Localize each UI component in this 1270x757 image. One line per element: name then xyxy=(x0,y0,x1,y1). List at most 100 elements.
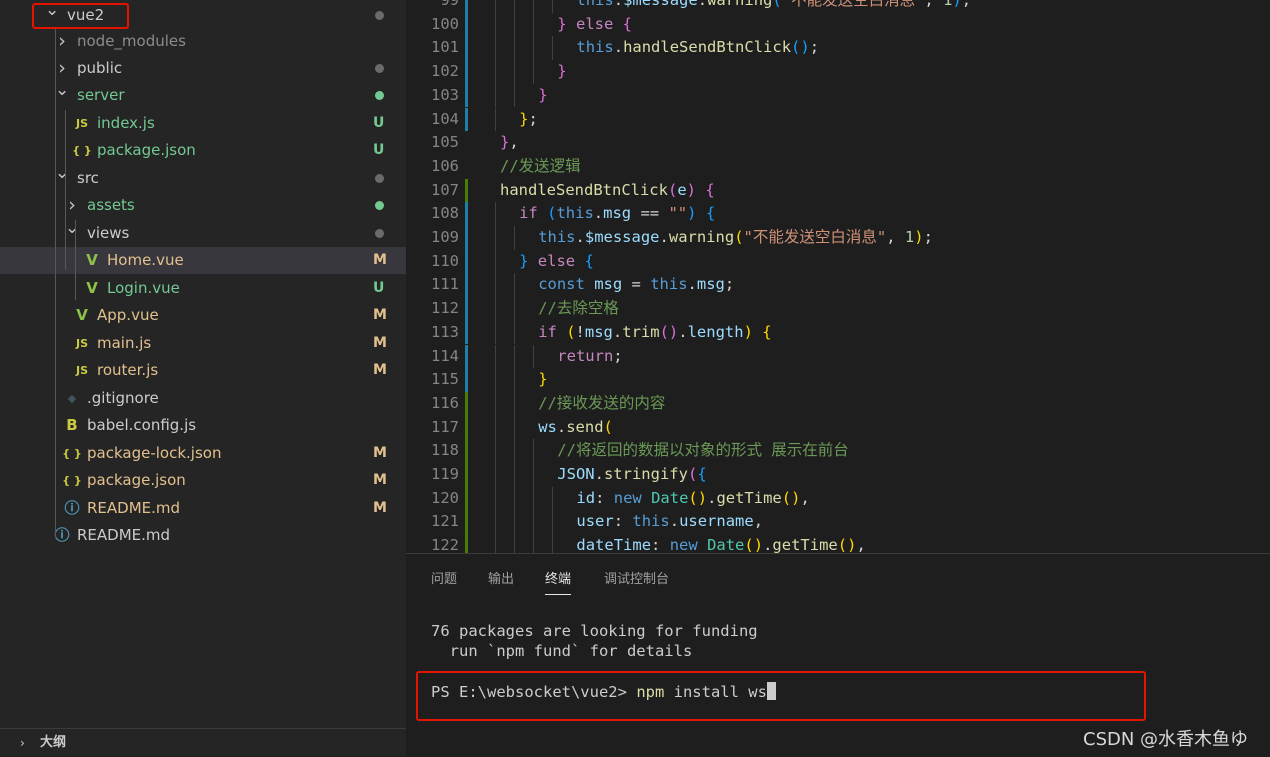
indent-guide xyxy=(514,510,516,535)
code-line[interactable]: 122 dateTime: new Date().getTime(), xyxy=(406,534,1270,553)
indent-guide xyxy=(514,344,516,369)
code-line[interactable]: 112 //去除空格 xyxy=(406,297,1270,321)
code-line[interactable]: 116 //接收发送的内容 xyxy=(406,391,1270,416)
line-number: 104 xyxy=(431,109,459,128)
tree-item[interactable]: JS index.js U xyxy=(0,110,406,137)
code-line[interactable]: 109 this.$message.warning("不能发送空白消息", 1); xyxy=(406,226,1270,250)
code-line[interactable]: 121 user: this.username, xyxy=(406,510,1270,535)
code-token: stringify xyxy=(603,465,688,483)
code-line[interactable]: 115} xyxy=(406,368,1270,392)
code-text: handleSendBtnClick(e) { xyxy=(500,179,715,203)
code-line[interactable]: 103} xyxy=(406,83,1270,108)
line-number: 119 xyxy=(431,465,459,483)
code-token: e xyxy=(677,180,687,199)
indent-guide xyxy=(514,439,516,463)
indent-guide xyxy=(495,83,497,108)
code-line[interactable]: 99 this.$message.warning("不能发送空白消息", 1); xyxy=(406,0,1270,13)
code-token: { xyxy=(584,251,594,270)
explorer-sidebar: ⌄ vue2 › node_modules › public ⌄ server JS index.… xyxy=(0,0,406,756)
tree-item[interactable]: › node_modules xyxy=(0,28,406,55)
tree-item[interactable]: Bbabel.config.js xyxy=(0,412,406,439)
git-file-icon: ◆ xyxy=(67,392,77,405)
code-line[interactable]: 110} else { xyxy=(406,249,1270,274)
indent-guide xyxy=(495,226,497,250)
line-number: 117 xyxy=(431,417,459,436)
git-gutter-marker xyxy=(465,178,468,203)
code-line[interactable]: 105}, xyxy=(406,131,1270,155)
code-token: , xyxy=(924,0,944,9)
code-text: if (this.msg == "") { xyxy=(519,202,715,226)
tree-item-label: server xyxy=(77,86,125,104)
tree-item[interactable]: ⌄ views xyxy=(0,218,406,247)
chevron-down-icon: ⌄ xyxy=(65,218,80,238)
indent-guide xyxy=(514,368,516,392)
code-token: warning xyxy=(707,0,773,9)
indent-guide xyxy=(495,0,497,13)
code-token: ) xyxy=(697,488,708,507)
code-line[interactable]: 107 handleSendBtnClick(e) { xyxy=(406,178,1270,203)
code-line[interactable]: 102} xyxy=(406,60,1270,84)
line-number: 103 xyxy=(431,85,459,104)
git-status-badge: M xyxy=(373,335,387,351)
code-line[interactable]: 117 ws.send( xyxy=(406,415,1270,440)
code-token: } xyxy=(557,14,567,33)
code-line[interactable]: 100} else { xyxy=(406,12,1270,37)
tree-item[interactable]: ◆ .gitignore xyxy=(0,385,406,412)
line-number: 100 xyxy=(431,14,459,33)
line-number: 121 xyxy=(431,512,459,531)
code-token: . xyxy=(669,512,680,531)
indent-guide xyxy=(533,534,535,553)
code-token: == xyxy=(631,204,669,223)
tab-debug-console[interactable]: 调试控制台 xyxy=(604,568,669,594)
tree-item[interactable]: ⓘ README.md M xyxy=(0,495,406,522)
tab-problems[interactable]: 问题 xyxy=(431,568,457,594)
code-line[interactable]: 108 if (this.msg == "") { xyxy=(406,202,1270,226)
indent-guide xyxy=(552,0,554,13)
code-token: ( xyxy=(659,322,669,341)
tree-item[interactable]: JS router.js M xyxy=(0,357,406,384)
code-editor[interactable]: 99 this.$message.warning("不能发送空白消息", 1); 1… xyxy=(406,0,1270,553)
code-token: { xyxy=(762,322,772,341)
indent-guide xyxy=(533,60,535,84)
tab-output[interactable]: 输出 xyxy=(488,568,514,594)
tree-item[interactable]: V Login.vue U xyxy=(0,275,406,302)
code-line[interactable]: 104}; xyxy=(406,107,1270,132)
code-line[interactable]: 118 //将返回的数据以对象的形式 展示在前台 xyxy=(406,439,1270,463)
terminal-output-line: 76 packages are looking for funding xyxy=(431,622,758,640)
tree-item[interactable]: { } package-lock.json M xyxy=(0,440,406,467)
git-gutter-marker xyxy=(465,391,468,416)
tree-item[interactable]: ⌄ src xyxy=(0,163,406,192)
code-line[interactable]: 113 if (!msg.trim().length) { xyxy=(406,320,1270,345)
code-text: } xyxy=(557,60,566,84)
indent-guide xyxy=(514,273,516,298)
tree-item[interactable]: { } package.json M xyxy=(0,467,406,494)
outline-section[interactable]: › 大纲 xyxy=(0,728,406,757)
code-token: msg xyxy=(584,322,613,341)
tab-terminal[interactable]: 终端 xyxy=(545,568,572,595)
tree-item[interactable]: › assets xyxy=(0,192,406,219)
js-file-icon: JS xyxy=(75,117,88,130)
git-gutter-marker xyxy=(465,368,468,392)
code-line[interactable]: 106 //发送逻辑 xyxy=(406,155,1270,179)
code-token: = xyxy=(622,275,651,294)
code-line[interactable]: 114 return; xyxy=(406,344,1270,369)
line-number: 113 xyxy=(431,322,459,341)
tree-item[interactable]: JS main.js M xyxy=(0,330,406,357)
code-token: ( xyxy=(603,417,613,436)
code-token: ws xyxy=(538,417,557,436)
code-line[interactable]: 111 const msg = this.msg; xyxy=(406,273,1270,298)
tree-item[interactable]: V App.vue M xyxy=(0,302,406,329)
tree-item[interactable]: ⌄ server xyxy=(0,80,406,109)
tree-item[interactable]: ⓘ README.md xyxy=(0,522,406,549)
code-token: msg xyxy=(594,275,623,294)
tree-item[interactable]: V Home.vue M xyxy=(0,247,406,274)
code-line[interactable]: 101 this.handleSendBtnClick(); xyxy=(406,36,1270,61)
git-gutter-marker xyxy=(465,83,468,108)
code-line[interactable]: 120 id: new Date().getTime(), xyxy=(406,486,1270,511)
indent-guide xyxy=(55,28,56,538)
code-line[interactable]: 119 JSON.stringify({ xyxy=(406,463,1270,487)
indent-guide xyxy=(533,0,535,13)
git-status-badge: M xyxy=(373,500,387,516)
